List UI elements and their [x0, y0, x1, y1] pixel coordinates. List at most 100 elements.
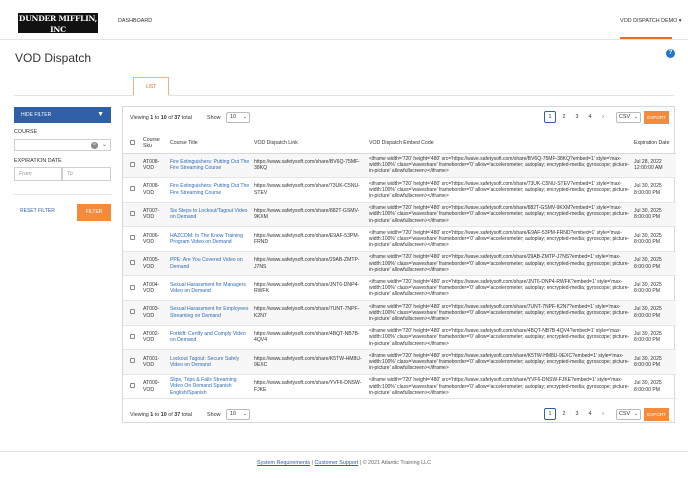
- row-checkbox[interactable]: [129, 309, 135, 315]
- course-title-link[interactable]: Sexual Harassment for Employees Streamin…: [168, 300, 252, 326]
- course-title-link[interactable]: HAZCOM: In The Know Training Program Vid…: [168, 226, 252, 252]
- embed-code-cell[interactable]: <iframe width='720' height='480' src='ht…: [367, 251, 632, 277]
- dispatch-link-cell[interactable]: https://www.safetysoft.com/share/BV6Q-75…: [252, 153, 367, 179]
- embed-code-cell[interactable]: <iframe width='720' height='480' src='ht…: [367, 275, 632, 302]
- export-format-select[interactable]: CSV ⌄: [616, 112, 641, 123]
- chevron-down-icon: ⌄: [242, 114, 247, 120]
- customer-support-link[interactable]: Customer Support: [314, 460, 358, 466]
- date-to-input[interactable]: To: [62, 167, 111, 181]
- course-title-link[interactable]: Slips, Trips & Falls Streaming Video On …: [168, 374, 252, 400]
- funnel-icon: ▼: [97, 111, 104, 118]
- table-row: AT008-VOD Fire Extinguishers: Putting Out…: [123, 153, 676, 179]
- embed-code-cell[interactable]: <iframe width='720' height='480' src='ht…: [367, 202, 632, 228]
- course-title-link[interactable]: Six Steps to Lockout/Tagout Video on Dem…: [168, 202, 252, 228]
- row-checkbox[interactable]: [129, 186, 135, 192]
- next-page-button[interactable]: ›: [597, 111, 609, 123]
- system-requirements-link[interactable]: System Requirements: [257, 460, 310, 466]
- dispatch-link-cell[interactable]: https://www.safetysoft.com/share/4BQT-NB…: [252, 325, 367, 351]
- dispatch-link-cell[interactable]: https://www.safetysoft.com/share/YVF6-DN…: [252, 374, 367, 400]
- show-label: Show: [207, 115, 221, 121]
- col-expiration-date[interactable]: Expiration Date: [632, 134, 676, 154]
- row-checkbox[interactable]: [129, 333, 135, 339]
- course-title-link[interactable]: PPE: Are You Covered Video on Demand: [168, 251, 252, 277]
- dispatch-link-cell[interactable]: https://www.safetysoft.com/share/E9AF-53…: [252, 226, 367, 252]
- row-checkbox[interactable]: [129, 382, 135, 388]
- dispatch-link-cell[interactable]: https://www.safetysoft.com/share/882T-GS…: [252, 202, 367, 228]
- expiration-date-cell: Jul 30, 2025 8:00:00 PM: [632, 251, 676, 277]
- page-4[interactable]: 4: [584, 408, 596, 420]
- expiration-date-cell: Jul 30, 2025 8:00:00 PM: [632, 226, 676, 252]
- embed-code-cell[interactable]: <iframe width='720' height='480' src='ht…: [367, 153, 632, 179]
- dispatch-link-cell[interactable]: https://www.safetysoft.com/share/7UNT-7N…: [252, 300, 367, 326]
- course-sku-cell: AT001-VOD: [141, 349, 168, 375]
- viewing-summary: Viewing 1 to 10 of 37 total: [130, 412, 192, 418]
- row-checkbox[interactable]: [129, 284, 135, 290]
- next-page-button[interactable]: ›: [597, 408, 609, 420]
- embed-code-cell[interactable]: <iframe width='720' height='480' src='ht…: [367, 325, 632, 351]
- page-2[interactable]: 2: [558, 111, 570, 123]
- dispatch-link-cell[interactable]: https://www.safetysoft.com/share/73UK-C5…: [252, 177, 367, 203]
- vod-table: Course Sku Course Title VOD Dispatch Lin…: [123, 134, 676, 400]
- page-3[interactable]: 3: [571, 111, 583, 123]
- page-size-select[interactable]: 10 ⌄: [226, 112, 250, 123]
- dispatch-link-cell[interactable]: https://www.safetysoft.com/share/JNT6-DN…: [252, 275, 367, 302]
- course-sku-cell: AT008-VOD: [141, 177, 168, 203]
- table-row: AT007-VOD Six Steps to Lockout/Tagout Vid…: [123, 202, 676, 228]
- course-title-link[interactable]: Sexual Harassment for Managers Video on …: [168, 275, 252, 302]
- row-checkbox[interactable]: [129, 358, 135, 364]
- filter-button[interactable]: FILTER: [77, 204, 111, 221]
- page-2[interactable]: 2: [558, 408, 570, 420]
- col-dispatch-link[interactable]: VOD Dispatch Link: [252, 134, 367, 154]
- row-checkbox[interactable]: [129, 210, 135, 216]
- embed-code-cell[interactable]: <iframe width='720' height='480' src='ht…: [367, 374, 632, 400]
- col-course-title[interactable]: Course Title: [168, 134, 252, 154]
- hide-filter-label: HIDE FILTER: [21, 112, 52, 118]
- row-checkbox[interactable]: [129, 259, 135, 265]
- user-menu[interactable]: VOD DISPATCH DEMO ▾: [620, 18, 682, 24]
- course-title-link[interactable]: Fire Extinguishers: Putting Out The Fire…: [168, 153, 252, 179]
- col-course-sku[interactable]: Course Sku: [141, 134, 168, 154]
- table-row: AT004-VOD Sexual Harassment for Managers …: [123, 275, 676, 302]
- embed-code-cell[interactable]: <iframe width='720' height='480' src='ht…: [367, 226, 632, 252]
- chevron-down-icon[interactable]: ⌄: [102, 141, 107, 148]
- page-4[interactable]: 4: [584, 111, 596, 123]
- table-row: AT006-VOD HAZCOM: In The Know Training Pr…: [123, 226, 676, 252]
- tab-list[interactable]: LIST: [133, 77, 169, 96]
- table-row: AT002-VOD Forklift: Certify and Comply Vi…: [123, 325, 676, 351]
- course-title-link[interactable]: Fire Extinguishers: Putting Out The Fire…: [168, 177, 252, 203]
- page-size-select[interactable]: 10 ⌄: [226, 409, 250, 420]
- help-icon[interactable]: ?: [666, 49, 675, 58]
- company-logo[interactable]: DUNDER MIFFLIN, INC PAPER COMPANY: [18, 13, 98, 39]
- embed-code-cell[interactable]: <iframe width='720' height='480' src='ht…: [367, 300, 632, 326]
- table-row: AT003-VOD Sexual Harassment for Employees…: [123, 300, 676, 326]
- select-all-checkbox[interactable]: [129, 139, 135, 145]
- page-1[interactable]: 1: [544, 408, 556, 420]
- export-format-select[interactable]: CSV ⌄: [616, 409, 641, 420]
- nav-dashboard-link[interactable]: DASHBOARD: [118, 18, 152, 24]
- reset-filter-button[interactable]: RESET FILTER: [20, 208, 55, 214]
- row-checkbox[interactable]: [129, 235, 135, 241]
- date-from-input[interactable]: From: [14, 167, 62, 181]
- chevron-down-icon: ⌄: [633, 411, 638, 417]
- course-sku-cell: AT008-VOD: [141, 153, 168, 179]
- dispatch-link-cell[interactable]: https://www.safetysoft.com/share/K5TW-HM…: [252, 349, 367, 375]
- row-checkbox[interactable]: [129, 161, 135, 167]
- page-1[interactable]: 1: [544, 111, 556, 123]
- dispatch-link-cell[interactable]: https://www.safetysoft.com/share/29AB-ZM…: [252, 251, 367, 277]
- page-3[interactable]: 3: [571, 408, 583, 420]
- embed-code-cell[interactable]: <iframe width='720' height='480' src='ht…: [367, 349, 632, 375]
- course-select[interactable]: × ⌄: [14, 139, 111, 151]
- chevron-down-icon: ⌄: [242, 411, 247, 417]
- filter-divider: [14, 194, 111, 195]
- expiration-date-cell: Jul 30, 2025 8:00:00 PM: [632, 374, 676, 400]
- clear-icon[interactable]: ×: [91, 142, 98, 149]
- course-title-link[interactable]: Forklift: Certify and Comply Video on De…: [168, 325, 252, 351]
- col-embed-code[interactable]: VOD Dispatch Embed Code: [367, 134, 632, 154]
- export-button[interactable]: EXPORT: [644, 408, 669, 421]
- expiration-date-cell: Jul 28, 2022 12:00:00 AM: [632, 153, 676, 179]
- course-title-link[interactable]: Lockout Tagout: Secure Safely Video on D…: [168, 349, 252, 375]
- export-button[interactable]: EXPORT: [644, 111, 669, 124]
- logo-title: DUNDER MIFFLIN, INC: [18, 14, 98, 34]
- embed-code-cell[interactable]: <iframe width='720' height='480' src='ht…: [367, 177, 632, 203]
- hide-filter-button[interactable]: HIDE FILTER ▼: [14, 107, 111, 123]
